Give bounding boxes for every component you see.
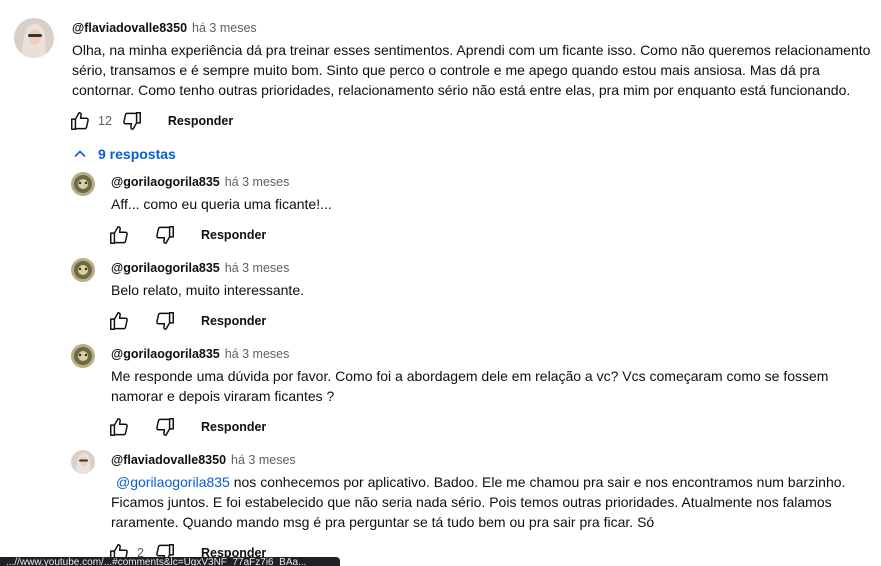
reply-header: @gorilaogorila835 há 3 meses — [111, 346, 289, 362]
dislike-icon — [156, 226, 174, 244]
avatar-flavia-image — [14, 18, 54, 58]
like-button[interactable] — [107, 415, 131, 439]
like-icon — [110, 312, 128, 330]
like-button[interactable] — [107, 223, 131, 247]
reply-actions: Responder — [107, 415, 266, 439]
reply-author[interactable]: @flaviadovalle8350 — [111, 453, 226, 467]
dislike-button[interactable] — [153, 223, 177, 247]
avatar[interactable] — [71, 344, 95, 368]
reply-text: Belo relato, muito interessante. — [111, 282, 304, 298]
like-button[interactable] — [68, 109, 92, 133]
reply-button[interactable]: Responder — [201, 314, 266, 328]
reply-text: @gorilaogorila835 nos conhecemos por apl… — [111, 472, 866, 532]
browser-status-bar: ...//www.youtube.com/...#comments&lc=Ugx… — [0, 557, 340, 566]
avatar-flavia-image — [71, 450, 95, 474]
reply-text: Aff... como eu queria uma ficante!... — [111, 196, 332, 212]
like-count: 12 — [98, 114, 112, 128]
replies-toggle-button[interactable]: 9 respostas — [72, 144, 176, 164]
dislike-button[interactable] — [120, 109, 144, 133]
reply-text: Me responde uma dúvida por favor. Como f… — [111, 368, 829, 404]
reply-time[interactable]: há 3 meses — [225, 347, 290, 361]
avatar[interactable] — [14, 18, 54, 58]
reply-header: @gorilaogorila835 há 3 meses — [111, 174, 289, 190]
reply-author[interactable]: @gorilaogorila835 — [111, 175, 220, 189]
reply-mention-link[interactable]: @gorilaogorila835 — [116, 474, 230, 490]
comment-actions: 12 Responder — [68, 109, 233, 133]
chevron-up-icon — [74, 150, 86, 158]
avatar[interactable] — [71, 450, 95, 474]
reply-time[interactable]: há 3 meses — [225, 261, 290, 275]
comment-author[interactable]: @flaviadovalle8350 — [72, 21, 187, 35]
reply-header: @flaviadovalle8350 há 3 meses — [111, 452, 296, 468]
comment-time[interactable]: há 3 meses — [192, 21, 257, 35]
like-icon — [110, 226, 128, 244]
comment-header: @flaviadovalle8350 há 3 meses — [72, 20, 257, 36]
reply-button[interactable]: Responder — [168, 114, 233, 128]
avatar-gorila-image — [71, 172, 95, 196]
dislike-icon — [156, 418, 174, 436]
replies-count-label: 9 respostas — [98, 146, 176, 162]
avatar[interactable] — [71, 258, 95, 282]
avatar-gorila-image — [71, 258, 95, 282]
like-icon — [110, 418, 128, 436]
reply-actions: Responder — [107, 223, 266, 247]
comment-text: Olha, na minha experiência dá pra treina… — [72, 42, 871, 98]
like-icon — [71, 112, 89, 130]
reply-time[interactable]: há 3 meses — [231, 453, 296, 467]
reply-author[interactable]: @gorilaogorila835 — [111, 261, 220, 275]
reply-header: @gorilaogorila835 há 3 meses — [111, 260, 289, 276]
avatar-gorila-image — [71, 344, 95, 368]
reply-actions: Responder — [107, 309, 266, 333]
dislike-button[interactable] — [153, 415, 177, 439]
dislike-icon — [156, 312, 174, 330]
dislike-icon — [123, 112, 141, 130]
reply-button[interactable]: Responder — [201, 228, 266, 242]
reply-time[interactable]: há 3 meses — [225, 175, 290, 189]
reply-button[interactable]: Responder — [201, 420, 266, 434]
dislike-button[interactable] — [153, 309, 177, 333]
avatar[interactable] — [71, 172, 95, 196]
like-button[interactable] — [107, 309, 131, 333]
reply-author[interactable]: @gorilaogorila835 — [111, 347, 220, 361]
